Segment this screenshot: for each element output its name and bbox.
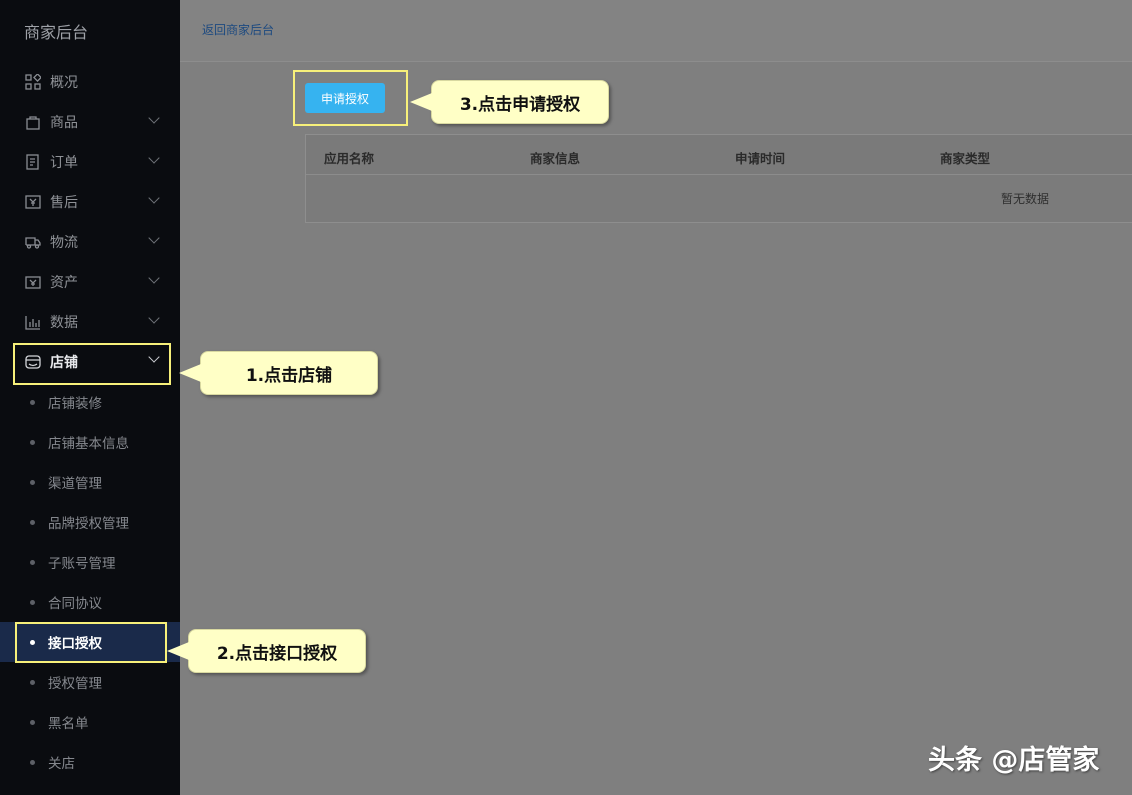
bullet-dot [30, 520, 35, 525]
sub-item-label: 合同协议 [48, 596, 102, 612]
column-header: 应用名称 [324, 151, 375, 166]
chevron-down-icon [148, 272, 160, 284]
back-to-dashboard-link[interactable]: 返回商家后台 [202, 21, 274, 38]
sub-item-label: 店铺基本信息 [48, 436, 129, 452]
highlight-shop [13, 343, 171, 385]
nav-item-aftersale[interactable]: 售后 [0, 182, 180, 222]
chevron-down-icon [148, 112, 160, 124]
wallet-icon [25, 274, 41, 290]
nav-item-logistics[interactable]: 物流 [0, 222, 180, 262]
callout-step3: 3.点击申请授权 [410, 80, 609, 124]
authorization-table: 应用名称 商家信息 申请时间 商家类型 暂无数据 [305, 134, 1132, 223]
bullet-dot [30, 720, 35, 725]
nav-item-goods[interactable]: 商品 [0, 102, 180, 142]
callout-text: 3.点击申请授权 [459, 94, 581, 115]
sub-item-label: 品牌授权管理 [48, 516, 129, 532]
column-header: 商家信息 [530, 151, 581, 166]
sub-item-label: 黑名单 [48, 716, 89, 732]
callout-step2: 2.点击接口授权 [167, 629, 366, 673]
sub-item-shop-decoration[interactable]: 店铺装修 [0, 382, 180, 422]
watermark: 头条 @店管家 [928, 745, 1100, 776]
truck-icon [25, 234, 41, 250]
sub-item-label: 店铺装修 [48, 396, 102, 412]
highlight-apply-button [293, 70, 408, 126]
callout-tail [167, 642, 189, 660]
sub-item-shop-info[interactable]: 店铺基本信息 [0, 422, 180, 462]
callout-step1: 1.点击店铺 [179, 351, 378, 395]
nav-label: 售后 [50, 195, 78, 211]
sub-item-subaccount[interactable]: 子账号管理 [0, 542, 180, 582]
callout-tail [179, 364, 201, 382]
bag-icon [25, 114, 41, 130]
nav-label: 物流 [50, 235, 78, 251]
sub-item-label: 关店 [48, 756, 75, 772]
highlight-api-auth [15, 622, 167, 663]
bullet-dot [30, 480, 35, 485]
bullet-dot [30, 440, 35, 445]
bullet-dot [30, 560, 35, 565]
bullet-dot [30, 400, 35, 405]
empty-state-text: 暂无数据 [1001, 192, 1050, 206]
chevron-down-icon [148, 152, 160, 164]
nav-label: 概况 [50, 75, 78, 91]
nav-item-data[interactable]: 数据 [0, 302, 180, 342]
sub-item-contract[interactable]: 合同协议 [0, 582, 180, 622]
order-icon [25, 154, 41, 170]
callout-text: 1.点击店铺 [245, 365, 333, 386]
sub-item-channel[interactable]: 渠道管理 [0, 462, 180, 502]
chevron-down-icon [148, 232, 160, 244]
nav-item-orders[interactable]: 订单 [0, 142, 180, 182]
sub-item-label: 子账号管理 [48, 556, 116, 572]
nav-label: 商品 [50, 115, 78, 131]
bullet-dot [30, 600, 35, 605]
sub-item-close-shop[interactable]: 关店 [0, 742, 180, 782]
sub-item-label: 渠道管理 [48, 476, 102, 492]
nav-label: 数据 [50, 315, 78, 331]
chart-icon [25, 314, 41, 330]
nav-label: 资产 [50, 275, 78, 291]
chevron-down-icon [148, 192, 160, 204]
sub-item-brand-auth[interactable]: 品牌授权管理 [0, 502, 180, 542]
aftersale-icon [25, 194, 41, 210]
bullet-dot [30, 760, 35, 765]
brand-title: 商家后台 [24, 23, 89, 42]
sidebar: 商家后台 概况 商品 订单 售后 物流 资产 数据 店铺 店铺装修 店铺基本信息… [0, 0, 180, 795]
bullet-dot [30, 680, 35, 685]
callout-tail [410, 93, 432, 111]
sub-item-blacklist[interactable]: 黑名单 [0, 702, 180, 742]
sub-item-label: 授权管理 [48, 676, 102, 692]
sub-item-auth-manage[interactable]: 授权管理 [0, 662, 180, 702]
top-header: 返回商家后台 [180, 0, 1132, 62]
nav-item-overview[interactable]: 概况 [0, 62, 180, 102]
table-header: 应用名称 商家信息 申请时间 商家类型 [306, 135, 1132, 175]
dashboard-icon [25, 73, 42, 90]
nav-label: 订单 [50, 155, 78, 171]
callout-text: 2.点击接口授权 [216, 643, 338, 664]
nav-item-assets[interactable]: 资产 [0, 262, 180, 302]
column-header: 商家类型 [940, 151, 991, 166]
column-header: 申请时间 [735, 151, 786, 166]
chevron-down-icon [148, 312, 160, 324]
